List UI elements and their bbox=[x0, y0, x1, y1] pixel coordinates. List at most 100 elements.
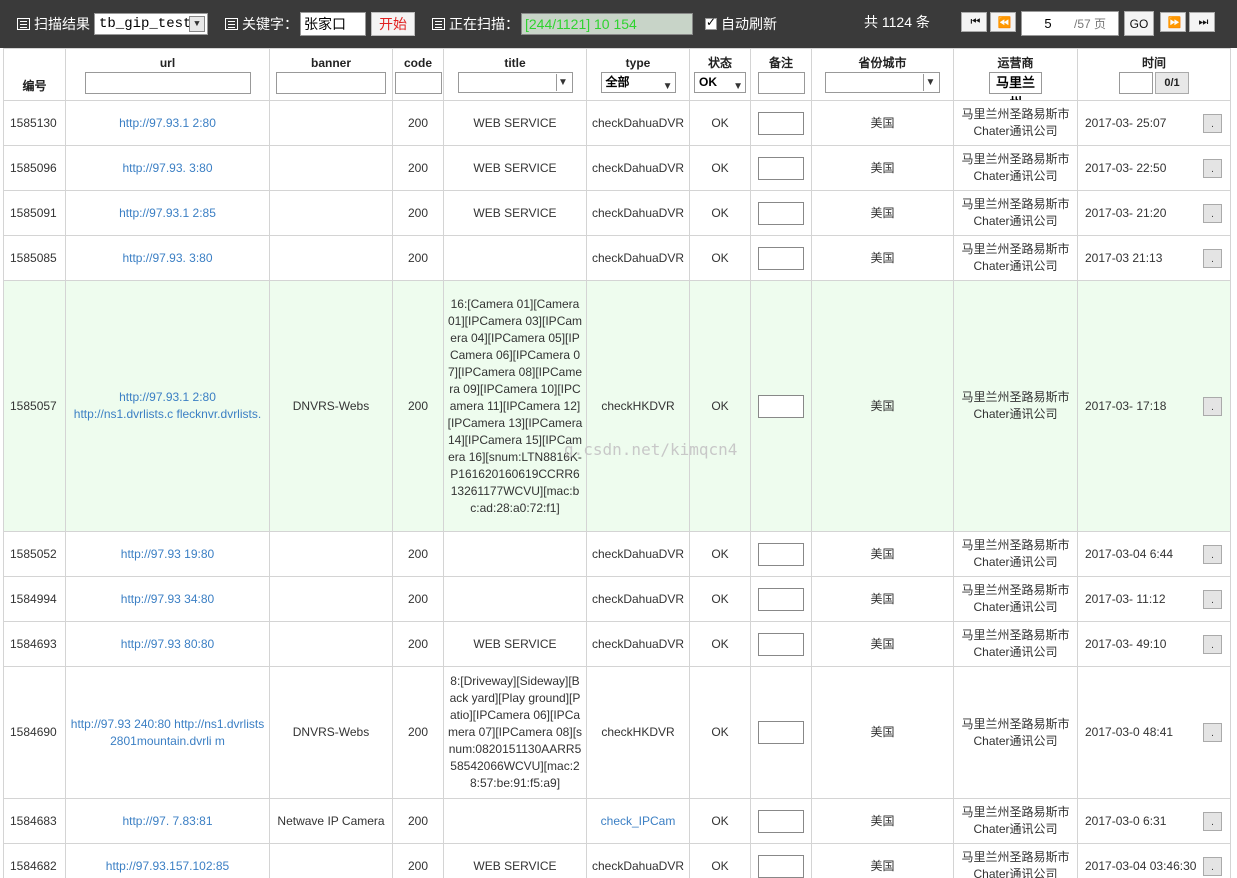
header-region-label: 省份城市 bbox=[858, 56, 907, 70]
row-url-link[interactable]: http://97.93. 3:80 bbox=[65, 235, 270, 281]
row-action-button[interactable]: . bbox=[1203, 634, 1222, 654]
row-url-link[interactable]: http://97.93 19:80 bbox=[65, 531, 270, 577]
table-row[interactable]: 1584683 http://97. 7.83:81 Netwave IP Came… bbox=[3, 798, 1231, 844]
note-input[interactable] bbox=[758, 721, 804, 744]
db-select[interactable]: tb_gip_test ▼ bbox=[94, 13, 208, 35]
row-action-button[interactable]: . bbox=[1203, 113, 1222, 133]
table-row[interactable]: 1585096 http://97.93. 3:80 200 WEB SERVICE c… bbox=[3, 145, 1231, 191]
row-title bbox=[443, 798, 587, 844]
auto-refresh-group[interactable]: 自动刷新 bbox=[705, 14, 777, 34]
banner-filter-input[interactable] bbox=[276, 72, 386, 94]
time-filter-input[interactable] bbox=[1119, 72, 1153, 94]
row-url-link[interactable]: http://97.93.1 2:80 bbox=[65, 100, 270, 146]
row-action-button[interactable]: . bbox=[1203, 203, 1222, 223]
note-input[interactable] bbox=[758, 587, 804, 611]
region-filter-select[interactable]: ▼ bbox=[825, 72, 940, 93]
note-input[interactable] bbox=[758, 156, 804, 180]
page-input[interactable]: 5 /57 页 bbox=[1021, 11, 1119, 36]
row-action-button[interactable]: . bbox=[1203, 396, 1222, 416]
note-input[interactable] bbox=[758, 246, 804, 270]
row-url-link[interactable]: http://97.93. 3:80 bbox=[65, 145, 270, 191]
row-type[interactable]: check_IPCam bbox=[586, 798, 690, 844]
row-status: OK bbox=[689, 798, 751, 844]
keyword-input[interactable]: 张家口 bbox=[300, 12, 366, 36]
chevron-down-icon[interactable]: ▼ bbox=[923, 74, 937, 91]
row-action-button[interactable]: . bbox=[1203, 856, 1222, 876]
row-note bbox=[750, 576, 812, 622]
start-button[interactable]: 开始 bbox=[371, 12, 415, 36]
time-cell-wrap: 2017-03- 17:18. bbox=[1081, 396, 1227, 416]
status-filter-value: OK bbox=[699, 75, 717, 89]
scanning-label: 正在扫描： bbox=[449, 16, 519, 32]
table-row[interactable]: 1585052 http://97.93 19:80 200 checkDahuaDV… bbox=[3, 531, 1231, 577]
row-banner bbox=[269, 190, 393, 236]
table-row[interactable]: 1584690 http://97.93 240:80 http://ns1.dv… bbox=[3, 666, 1231, 799]
note-input[interactable] bbox=[758, 854, 804, 878]
time-cell-wrap: 2017-03-04 03:46:30. bbox=[1081, 856, 1227, 876]
row-action-button[interactable]: . bbox=[1203, 158, 1222, 178]
next-page-button[interactable]: ⏩ bbox=[1160, 12, 1186, 32]
first-page-button[interactable]: ⏮ bbox=[961, 12, 987, 32]
chevron-down-icon[interactable]: ▼ bbox=[189, 16, 205, 32]
note-input[interactable] bbox=[758, 201, 804, 225]
time-cell-wrap: 2017-03-0 6:31. bbox=[1081, 811, 1227, 831]
total-count: 共 1124 条 bbox=[864, 14, 930, 30]
note-input[interactable] bbox=[758, 542, 804, 566]
chevron-down-icon[interactable]: ▼ bbox=[663, 77, 673, 96]
time-page-button[interactable]: 0/1 bbox=[1155, 72, 1189, 94]
row-time-cell: 2017-03-04 03:46:30. bbox=[1077, 843, 1231, 878]
row-action-button[interactable]: . bbox=[1203, 544, 1222, 564]
table-row[interactable]: 1584682 http://97.93.157.102:85 200 WEB SER… bbox=[3, 843, 1231, 878]
table-row[interactable]: 1585085 http://97.93. 3:80 200 checkDahuaDV… bbox=[3, 235, 1231, 281]
note-input[interactable] bbox=[758, 111, 804, 135]
table-row[interactable]: 1584693 http://97.93 80:80 200 WEB SERVICE c… bbox=[3, 621, 1231, 667]
row-title: WEB SERVICE bbox=[443, 145, 587, 191]
row-type: checkDahuaDVR bbox=[586, 843, 690, 878]
time-cell-wrap: 2017-03- 11:12. bbox=[1081, 589, 1227, 609]
row-action-button[interactable]: . bbox=[1203, 811, 1222, 831]
row-url-link[interactable]: http://97.93 240:80 http://ns1.dvrlists … bbox=[65, 666, 270, 799]
table-row[interactable]: 1585091 http://97.93.1 2:85 200 WEB SERVICE… bbox=[3, 190, 1231, 236]
row-url-link[interactable]: http://97.93.1 2:85 bbox=[65, 190, 270, 236]
current-page[interactable]: 5 bbox=[1022, 16, 1074, 31]
row-url-link[interactable]: http://97.93.1 2:80 http://ns1.dvrlists.… bbox=[65, 280, 270, 532]
row-action-button[interactable]: . bbox=[1203, 723, 1222, 742]
url-filter-input[interactable] bbox=[84, 72, 251, 94]
note-input[interactable] bbox=[758, 394, 804, 418]
time-cell-wrap: 2017-03- 21:20. bbox=[1081, 203, 1227, 223]
table-row[interactable]: 1585130 http://97.93.1 2:80 200 WEB SERVICE… bbox=[3, 100, 1231, 146]
title-filter-select[interactable]: ▼ bbox=[457, 72, 573, 93]
type-filter-select[interactable]: 全部 ▼ bbox=[600, 72, 676, 96]
row-url-link[interactable]: http://97.93.157.102:85 bbox=[65, 843, 270, 878]
header-type: type 全部 ▼ bbox=[586, 48, 690, 101]
row-url-link[interactable]: http://97.93 34:80 bbox=[65, 576, 270, 622]
row-time-cell: 2017-03 21:13. bbox=[1077, 235, 1231, 281]
row-action-button[interactable]: . bbox=[1203, 589, 1222, 609]
row-isp: 马里兰州圣路易斯市Chater通讯公司 bbox=[953, 531, 1078, 577]
last-page-button[interactable]: ⏭ bbox=[1189, 12, 1215, 32]
table-row[interactable]: 1584994 http://97.93 34:80 200 checkDahuaDV… bbox=[3, 576, 1231, 622]
row-banner bbox=[269, 531, 393, 577]
row-type: checkHKDVR bbox=[586, 666, 690, 799]
row-banner: DNVRS-Webs bbox=[269, 280, 393, 532]
auto-refresh-checkbox[interactable] bbox=[705, 15, 717, 30]
chevron-down-icon[interactable]: ▼ bbox=[555, 74, 570, 91]
scanning-progress: [244/1121] 10 154 bbox=[521, 13, 693, 35]
code-filter-input[interactable] bbox=[394, 72, 442, 94]
note-input[interactable] bbox=[758, 632, 804, 656]
table-row[interactable]: 1585057 http://97.93.1 2:80 http://ns1.dv… bbox=[3, 280, 1231, 532]
note-input[interactable] bbox=[758, 809, 804, 833]
row-note bbox=[750, 531, 812, 577]
row-url-link[interactable]: http://97. 7.83:81 bbox=[65, 798, 270, 844]
row-action-button[interactable]: . bbox=[1203, 248, 1222, 268]
row-type: checkHKDVR bbox=[586, 280, 690, 532]
note-filter-input[interactable] bbox=[757, 72, 805, 94]
row-url-link[interactable]: http://97.93 80:80 bbox=[65, 621, 270, 667]
prev-page-button[interactable]: ⏪ bbox=[990, 12, 1016, 32]
chevron-down-icon[interactable]: ▼ bbox=[733, 77, 743, 96]
isp-filter-input[interactable]: 马里兰州 bbox=[989, 72, 1042, 100]
status-filter-select[interactable]: OK ▼ bbox=[694, 72, 746, 93]
go-button[interactable]: GO bbox=[1124, 11, 1154, 36]
row-title bbox=[443, 531, 587, 577]
row-title bbox=[443, 576, 587, 622]
